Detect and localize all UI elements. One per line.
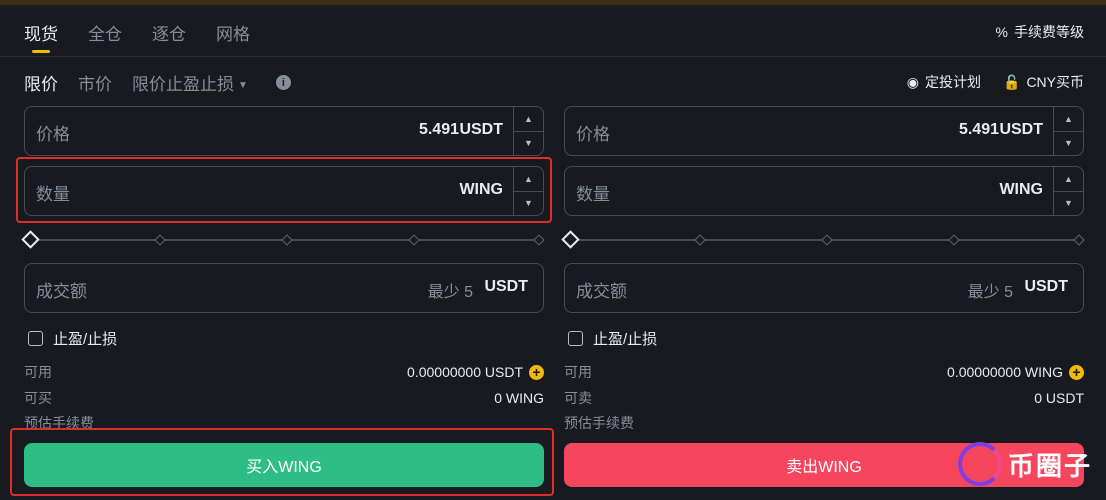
buy-quantity-stepper: ▲ ▼ (513, 167, 543, 215)
sell-total-field[interactable]: 成交额 最少 5 USDT (564, 263, 1084, 313)
sell-tpsl-label: 止盈/止损 (593, 331, 658, 348)
caret-down-icon: ▼ (238, 80, 248, 91)
buy-quantity-field[interactable]: 数量 WING ▲ ▼ (24, 166, 544, 216)
sell-price-value[interactable]: 5.491 (959, 121, 999, 139)
sell-tpsl-toggle[interactable]: 止盈/止损 (568, 328, 657, 349)
buy-amount-slider[interactable] (21, 230, 545, 250)
slider-tick-50[interactable] (281, 234, 293, 246)
lock-icon: 🔓 (1003, 73, 1021, 90)
sell-available-value: 0.00000000 WING (947, 364, 1063, 380)
buy-price-stepper: ▲ ▼ (513, 107, 543, 155)
slider-tick-50[interactable] (821, 234, 833, 246)
sell-max-label: 可卖 (564, 390, 592, 406)
info-icon[interactable]: i (275, 75, 291, 90)
buy-price-label: 价格 (36, 125, 70, 144)
percent-icon: % (995, 24, 1008, 40)
buy-max-label: 可买 (24, 390, 52, 406)
tab-spot[interactable]: 现货 (24, 20, 58, 56)
slider-tick-75[interactable] (948, 234, 960, 246)
sell-quantity-field[interactable]: 数量 WING ▲ ▼ (564, 166, 1084, 216)
buy-price-value[interactable]: 5.491 (419, 121, 459, 139)
eye-icon: ◉ (906, 73, 919, 90)
buy-tpsl-toggle[interactable]: 止盈/止损 (28, 328, 117, 349)
sell-quantity-unit: WING (999, 181, 1043, 198)
decrement-icon[interactable]: ▼ (1054, 132, 1083, 156)
watermark-text: 币圈子 (1008, 450, 1093, 481)
buy-price-field[interactable]: 价格 5.491 USDT ▲ ▼ (24, 106, 544, 156)
dca-plan-label: 定投计划 (925, 74, 981, 90)
tab-cross-margin[interactable]: 全仓 (88, 20, 122, 56)
order-type-stop-limit[interactable]: 限价止盈止损 ▼ (132, 70, 248, 95)
slider-tick-100[interactable] (533, 234, 545, 246)
buy-with-cny-link[interactable]: 🔓 CNY买币 (1003, 72, 1084, 92)
checkbox[interactable] (28, 331, 43, 346)
buy-with-cny-label: CNY买币 (1026, 74, 1084, 90)
buy-available-row: 可用 0.00000000 USDT + (24, 362, 544, 382)
buy-fee-label: 预估手续费 (24, 415, 94, 431)
buy-max-value: 0 WING (494, 390, 544, 406)
sell-total-min: 最少 5 (967, 284, 1013, 301)
decrement-icon[interactable]: ▼ (514, 132, 543, 156)
sell-amount-slider[interactable] (561, 230, 1085, 250)
increment-icon[interactable]: ▲ (514, 167, 543, 192)
stop-limit-label: 限价止盈止损 (132, 75, 234, 94)
tab-isolated-margin[interactable]: 逐仓 (152, 20, 186, 56)
sell-fee-row: 预估手续费 (564, 413, 1084, 433)
sell-price-label: 价格 (576, 125, 610, 144)
top-strip (0, 0, 1106, 5)
buy-price-unit: USDT (459, 121, 503, 138)
fee-level-label: 手续费等级 (1014, 24, 1084, 40)
sell-price-stepper: ▲ ▼ (1053, 107, 1083, 155)
slider-handle[interactable] (21, 230, 40, 249)
sell-max-value: 0 USDT (1034, 390, 1084, 406)
buy-total-field[interactable]: 成交额 最少 5 USDT (24, 263, 544, 313)
sell-total-unit: USDT (1024, 278, 1068, 295)
buy-available-label: 可用 (24, 364, 52, 380)
slider-tick-25[interactable] (694, 234, 706, 246)
order-extra-links: ◉ 定投计划 🔓 CNY买币 (907, 72, 1084, 92)
slider-tick-75[interactable] (408, 234, 420, 246)
increment-icon[interactable]: ▲ (1054, 107, 1083, 132)
slider-handle[interactable] (561, 230, 580, 249)
buy-total-unit: USDT (484, 278, 528, 295)
sell-quantity-stepper: ▲ ▼ (1053, 167, 1083, 215)
watermark-logo: 币圈子 (958, 442, 1092, 486)
sell-price-unit: USDT (999, 121, 1043, 138)
buy-total-min: 最少 5 (427, 284, 473, 301)
slider-tick-25[interactable] (154, 234, 166, 246)
watermark-mark-icon (958, 442, 1002, 486)
decrement-icon[interactable]: ▼ (1054, 192, 1083, 216)
buy-total-label: 成交额 (36, 282, 87, 301)
increment-icon[interactable]: ▲ (514, 107, 543, 132)
trade-mode-tabs: 现货 全仓 逐仓 网格 (24, 20, 250, 56)
plus-icon[interactable]: + (1069, 364, 1084, 380)
dca-plan-link[interactable]: ◉ 定投计划 (907, 72, 981, 92)
tab-grid[interactable]: 网格 (216, 20, 250, 56)
plus-icon[interactable]: + (529, 364, 544, 380)
header-divider (0, 56, 1106, 57)
order-type-tabs: 限价 市价 限价止盈止损 ▼ i (24, 70, 291, 95)
order-type-market[interactable]: 市价 (78, 70, 112, 95)
buy-tpsl-label: 止盈/止损 (53, 331, 118, 348)
sell-quantity-label: 数量 (576, 185, 610, 204)
sell-fee-label: 预估手续费 (564, 415, 634, 431)
buy-quantity-unit: WING (459, 181, 503, 198)
increment-icon[interactable]: ▲ (1054, 167, 1083, 192)
fee-level-link[interactable]: % 手续费等级 (996, 22, 1084, 42)
buy-fee-row: 预估手续费 (24, 413, 544, 433)
sell-price-field[interactable]: 价格 5.491 USDT ▲ ▼ (564, 106, 1084, 156)
checkbox[interactable] (568, 331, 583, 346)
buy-button[interactable]: 买入WING (24, 443, 544, 487)
buy-available-value: 0.00000000 USDT (407, 364, 523, 380)
sell-total-label: 成交额 (576, 282, 627, 301)
sell-available-row: 可用 0.00000000 WING + (564, 362, 1084, 382)
decrement-icon[interactable]: ▼ (514, 192, 543, 216)
order-type-limit[interactable]: 限价 (24, 70, 58, 95)
sell-available-label: 可用 (564, 364, 592, 380)
slider-tick-100[interactable] (1073, 234, 1085, 246)
sell-max-row: 可卖 0 USDT (564, 388, 1084, 408)
buy-max-row: 可买 0 WING (24, 388, 544, 408)
buy-quantity-label: 数量 (36, 185, 70, 204)
